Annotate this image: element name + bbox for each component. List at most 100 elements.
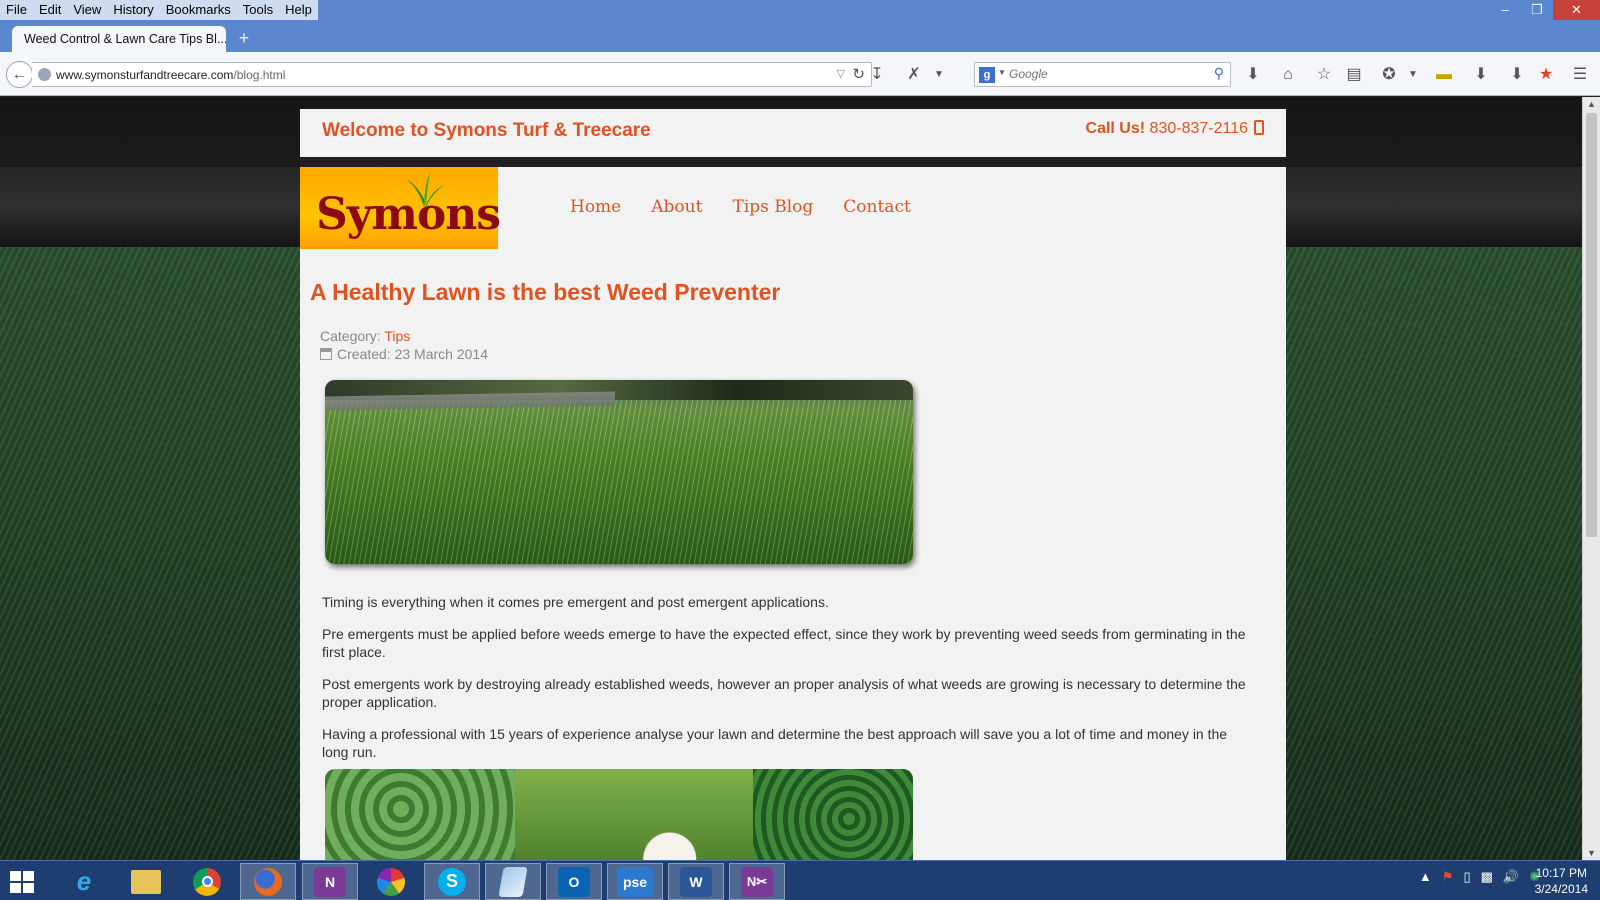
nav-home[interactable]: Home <box>570 197 621 217</box>
url-text: www.symonsturfandtreecare.com/blog.html <box>56 68 285 82</box>
taskbar-onenote[interactable]: N <box>302 863 358 900</box>
word-icon: W <box>680 866 712 897</box>
page-content: Welcome to Symons Turf & Treecare Call U… <box>300 109 1286 860</box>
url-history-dropdown-icon[interactable]: ▽ <box>837 67 845 80</box>
scroll-down-icon[interactable]: ▼ <box>1587 848 1596 858</box>
calendar-icon <box>320 348 332 360</box>
taskbar-firefox[interactable] <box>240 863 296 900</box>
welcome-heading: Welcome to Symons Turf & Treecare <box>322 120 651 141</box>
menu-history[interactable]: History <box>107 0 160 20</box>
post-title[interactable]: A Healthy Lawn is the best Weed Prevente… <box>310 279 780 306</box>
weed-photo-dandelion <box>515 769 753 860</box>
page-viewport: Welcome to Symons Turf & Treecare Call U… <box>0 97 1582 860</box>
device-icon[interactable]: ▯ <box>1463 869 1470 885</box>
action-center-flag-icon[interactable]: ⚑ <box>1442 869 1454 885</box>
clock-date: 3/24/2014 <box>1534 882 1588 896</box>
site-logo[interactable]: Symons <box>300 167 501 249</box>
restore-button[interactable]: ❐ <box>1521 0 1553 20</box>
clock-time: 10:17 PM <box>1535 866 1587 880</box>
addon-icon[interactable]: ✪ <box>1378 64 1400 86</box>
internet-explorer-icon: e <box>76 866 92 896</box>
bookmark-star-icon[interactable]: ☆ <box>1313 64 1335 86</box>
taskbar-chrome[interactable] <box>179 863 235 900</box>
taskbar-word[interactable]: W <box>668 863 724 900</box>
network-signal-icon[interactable]: ▩ <box>1481 869 1493 885</box>
home-icon[interactable]: ⌂ <box>1277 64 1299 86</box>
taskbar-file-explorer[interactable] <box>118 863 174 900</box>
logo-wordmark: Symons <box>316 189 501 240</box>
download-helper-icon[interactable]: ↧ <box>866 64 888 86</box>
search-bar[interactable]: g ▼ ⚲ <box>974 62 1231 87</box>
minimize-button[interactable]: – <box>1489 0 1521 20</box>
menu-bookmarks[interactable]: Bookmarks <box>159 0 237 20</box>
navigation-toolbar: ← www.symonsturfandtreecare.com/blog.htm… <box>0 52 1600 96</box>
call-us-label: Call Us! <box>1085 120 1146 137</box>
created-date: Created: 23 March 2014 <box>337 346 488 362</box>
category-label: Category: <box>320 328 381 344</box>
addon-blocked-icon[interactable]: ✗ <box>903 64 925 86</box>
scroll-up-icon[interactable]: ▲ <box>1587 99 1596 109</box>
volume-icon[interactable]: 🔊 <box>1503 869 1519 885</box>
scroll-thumb[interactable] <box>1586 113 1597 537</box>
favorites-star-icon[interactable]: ★ <box>1535 64 1557 86</box>
post-category: Category: Tips <box>320 327 488 345</box>
nav-tips-blog[interactable]: Tips Blog <box>732 197 813 217</box>
taskbar-onenote-clipping[interactable]: N✂ <box>729 863 785 900</box>
engine-dropdown-icon[interactable]: ▼ <box>998 68 1006 77</box>
picasa-icon <box>377 867 405 896</box>
category-link[interactable]: Tips <box>384 328 410 344</box>
nav-about[interactable]: About <box>651 197 702 217</box>
save-download-icon[interactable]: ⬇ <box>1470 64 1492 86</box>
taskbar-outlook[interactable]: O <box>546 863 602 900</box>
addon-dropdown-icon[interactable]: ▼ <box>928 64 950 86</box>
skype-icon: S <box>438 867 466 896</box>
post-paragraph: Post emergents work by destroying alread… <box>322 676 1246 710</box>
call-us: Call Us! 830-837-2116 <box>1086 120 1264 138</box>
search-input[interactable] <box>1009 67 1199 81</box>
site-identity-icon[interactable] <box>38 68 51 81</box>
post-paragraph: Having a professional with 15 years of e… <box>322 726 1228 760</box>
new-tab-button[interactable]: + <box>234 28 254 48</box>
addon-menu-dropdown-icon[interactable]: ▼ <box>1402 64 1424 86</box>
tab-active[interactable]: Weed Control & Lawn Care Tips Bl... <box>12 26 226 52</box>
tab-strip: Weed Control & Lawn Care Tips Bl... + <box>0 22 1600 52</box>
url-bar[interactable]: www.symonsturfandtreecare.com/blog.html … <box>32 62 872 87</box>
background-grass-right <box>1258 247 1582 860</box>
post-created: Created: 23 March 2014 <box>320 345 488 363</box>
google-engine-icon[interactable]: g <box>979 67 995 83</box>
url-path: /blog.html <box>233 68 286 82</box>
taskbar-internet-explorer[interactable]: e <box>56 863 112 900</box>
phone-number[interactable]: 830-837-2116 <box>1150 120 1248 137</box>
taskbar-picasa[interactable] <box>363 863 419 900</box>
close-button[interactable]: ✕ <box>1553 0 1600 20</box>
search-icon[interactable]: ⚲ <box>1214 65 1224 82</box>
menu-edit[interactable]: Edit <box>32 0 68 20</box>
tray-expand-icon[interactable]: ▲ <box>1419 869 1432 885</box>
page-scrollbar[interactable]: ▲ ▼ <box>1582 97 1600 860</box>
taskbar-photoshop-elements[interactable]: pse <box>607 863 663 900</box>
download-box-icon[interactable]: ⬇ <box>1506 64 1528 86</box>
system-tray: ▲ ⚑ ▯ ▩ 🔊 ✺ <box>1419 869 1540 885</box>
taskbar-notes[interactable] <box>485 863 541 900</box>
background-grass-left <box>0 247 300 860</box>
back-button[interactable]: ← <box>6 61 33 88</box>
url-host: www.symonsturfandtreecare.com <box>56 68 234 82</box>
onenote-icon: N <box>314 866 346 897</box>
chrome-icon <box>193 867 221 896</box>
post-meta: Category: Tips Created: 23 March 2014 <box>320 327 488 363</box>
lawn-photo <box>325 380 913 564</box>
taskbar-skype[interactable]: S <box>424 863 480 900</box>
bookmarks-menu-icon[interactable]: ▤ <box>1343 64 1365 86</box>
menu-view[interactable]: View <box>67 0 108 20</box>
reload-icon[interactable]: ↻ <box>852 65 865 83</box>
ruler-addon-icon[interactable]: ▬ <box>1433 64 1455 86</box>
menu-tools[interactable]: Tools <box>236 0 280 20</box>
nav-contact[interactable]: Contact <box>843 197 911 217</box>
post-paragraph: Pre emergents must be applied before wee… <box>322 626 1246 660</box>
taskbar-clock[interactable]: 10:17 PM 3/24/2014 <box>1535 865 1588 897</box>
windows-start-icon[interactable] <box>10 871 34 893</box>
menu-help[interactable]: Help <box>279 0 318 20</box>
downloads-arrow-icon[interactable]: ⬇ <box>1242 64 1264 86</box>
menu-file[interactable]: File <box>0 0 33 20</box>
hamburger-menu-icon[interactable]: ☰ <box>1569 64 1591 86</box>
